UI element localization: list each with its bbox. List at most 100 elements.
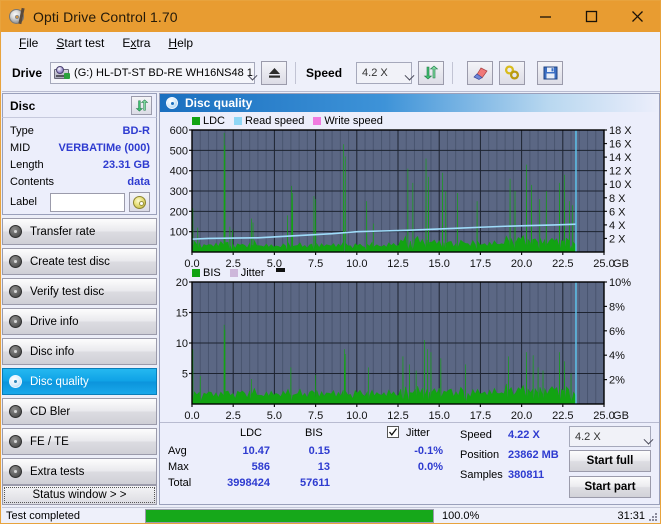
svg-text:20: 20 <box>176 277 188 289</box>
menu-extra-label: tra <box>136 36 151 50</box>
stats-samples-label: Samples <box>460 469 503 481</box>
test-speed-select[interactable]: 4.2 X <box>569 426 654 447</box>
svg-text:25.0: 25.0 <box>593 410 614 422</box>
svg-text:2%: 2% <box>609 375 625 387</box>
sidebar-item-cd-bler[interactable]: CD Bler <box>2 398 157 425</box>
disc-panel-title: Disc <box>10 98 36 113</box>
sidebar-item-label: Transfer rate <box>30 225 96 238</box>
disc-label-input[interactable] <box>50 192 125 212</box>
toolbar-separator-1 <box>295 61 297 84</box>
status-bar: Test completed 100.0% 31:31 <box>2 507 660 523</box>
bis-chart: BIS Jitter 5 10 15 20 2% 4% 6% 8% 10% 0.0 2.5 5.0 7.… <box>160 266 659 424</box>
maximize-button[interactable] <box>568 1 614 32</box>
start-full-button[interactable]: Start full <box>569 450 651 472</box>
disc-panel-header: Disc <box>2 93 157 117</box>
svg-text:20.0: 20.0 <box>511 410 532 422</box>
app-icon <box>9 7 26 25</box>
sidebar-item-drive-info[interactable]: Drive info <box>2 308 157 335</box>
svg-text:18 X: 18 X <box>609 125 632 137</box>
eject-button[interactable] <box>261 60 288 85</box>
svg-text:2.5: 2.5 <box>226 410 241 422</box>
stats-bis-avg: 0.15 <box>308 445 330 457</box>
window-controls <box>522 1 660 32</box>
panel-header: Disc quality <box>160 94 659 112</box>
svg-text:15.0: 15.0 <box>428 410 449 422</box>
svg-text:15: 15 <box>176 308 188 320</box>
drive-select[interactable]: (G:) HL-DT-ST BD-RE WH16NS48 1.D3 <box>50 61 258 84</box>
stats-bis-total: 57611 <box>300 477 330 489</box>
menu-extra[interactable]: Extra <box>113 34 159 52</box>
disc-icon <box>3 375 27 388</box>
sidebar-item-label: CD Bler <box>30 405 71 418</box>
settings-button[interactable] <box>499 60 526 85</box>
speed-select[interactable]: 4.2 X <box>356 61 415 84</box>
svg-text:5.0: 5.0 <box>267 410 282 422</box>
svg-text:10%: 10% <box>609 277 631 289</box>
svg-text:100: 100 <box>170 227 188 239</box>
sidebar-item-disc-info[interactable]: Disc info <box>2 338 157 365</box>
jitter-label: Jitter <box>406 427 430 439</box>
menu-start-test-label: tart test <box>64 36 105 50</box>
erase-button[interactable] <box>467 60 494 85</box>
stats-speed-value: 4.22 X <box>508 429 540 441</box>
disc-row-contents: Contents data <box>10 173 150 190</box>
page-title: Disc quality <box>185 96 253 110</box>
svg-text:6%: 6% <box>609 326 625 338</box>
sidebar-item-fe-te[interactable]: FE / TE <box>2 428 157 455</box>
save-button[interactable] <box>537 60 564 85</box>
cd-icon <box>133 195 146 209</box>
stats-bis-max: 13 <box>317 461 330 473</box>
sidebar-item-verify-test-disc[interactable]: Verify test disc <box>2 278 157 305</box>
svg-text:14 X: 14 X <box>609 152 632 164</box>
svg-text:12 X: 12 X <box>609 166 632 178</box>
disc-label-button[interactable] <box>129 192 150 212</box>
svg-text:8%: 8% <box>609 301 625 313</box>
disc-type-value: BD-R <box>122 124 151 137</box>
disc-panel-body: Type BD-R MID VERBATIMe (000) Length 23.… <box>2 117 157 215</box>
disc-icon <box>3 435 27 448</box>
resize-grip[interactable] <box>647 511 658 522</box>
ldc-chart: LDC Read speed Write speed 100 200 300 400 5… <box>160 114 659 274</box>
disc-row-length: Length 23.31 GB <box>10 156 150 173</box>
sidebar-item-label: Verify test disc <box>30 285 105 298</box>
minimize-button[interactable] <box>522 1 568 32</box>
sidebar-item-transfer-rate[interactable]: Transfer rate <box>2 218 157 245</box>
svg-text:10 X: 10 X <box>609 179 632 191</box>
svg-text:16 X: 16 X <box>609 139 632 151</box>
disc-contents-label: Contents <box>10 175 55 188</box>
sidebar-item-extra-tests[interactable]: Extra tests <box>2 458 157 485</box>
start-part-button[interactable]: Start part <box>569 476 651 498</box>
menu-start-test[interactable]: Start test <box>47 34 113 52</box>
disc-icon <box>3 285 27 298</box>
menu-file[interactable]: File <box>10 34 47 52</box>
menu-help[interactable]: Help <box>159 34 202 52</box>
svg-text:6 X: 6 X <box>609 206 626 218</box>
progress-percent: 100.0% <box>442 510 480 522</box>
status-window-button[interactable]: Status window > > <box>2 485 157 505</box>
refresh-button[interactable] <box>418 60 445 85</box>
svg-text:0.0: 0.0 <box>184 410 199 422</box>
jitter-checkbox[interactable] <box>387 426 399 438</box>
disc-label-row: Label <box>10 192 150 212</box>
disc-refresh-button[interactable] <box>131 96 152 115</box>
disc-icon <box>3 315 27 328</box>
menu-file-label: ile <box>26 36 39 50</box>
disc-row-type: Type BD-R <box>10 122 150 139</box>
close-button[interactable] <box>614 1 660 32</box>
stats-speed-label: Speed <box>460 429 492 441</box>
drive-select-value: (G:) HL-DT-ST BD-RE WH16NS48 1.D3 <box>74 66 255 79</box>
svg-text:300: 300 <box>170 186 188 198</box>
chart2-canvas: 5 10 15 20 2% 4% 6% 8% 10% 0.0 2.5 5.0 7.5 10.0 12.5 15… <box>176 277 631 422</box>
sidebar-item-create-test-disc[interactable]: Create test disc <box>2 248 157 275</box>
left-panel: Disc Type BD-R MID VERBATIMe (000) Lengt… <box>2 93 157 485</box>
stats-col-ldc: LDC <box>240 427 263 439</box>
svg-text:10.0: 10.0 <box>346 410 367 422</box>
svg-text:GB: GB <box>613 410 629 422</box>
svg-text:600: 600 <box>170 125 188 137</box>
disc-row-mid: MID VERBATIMe (000) <box>10 139 150 156</box>
sidebar-item-disc-quality[interactable]: Disc quality <box>2 368 157 395</box>
svg-text:10: 10 <box>176 338 188 350</box>
disc-mid-value: VERBATIMe (000) <box>58 141 150 154</box>
disc-icon <box>166 97 178 109</box>
drive-label: Drive <box>12 65 43 80</box>
